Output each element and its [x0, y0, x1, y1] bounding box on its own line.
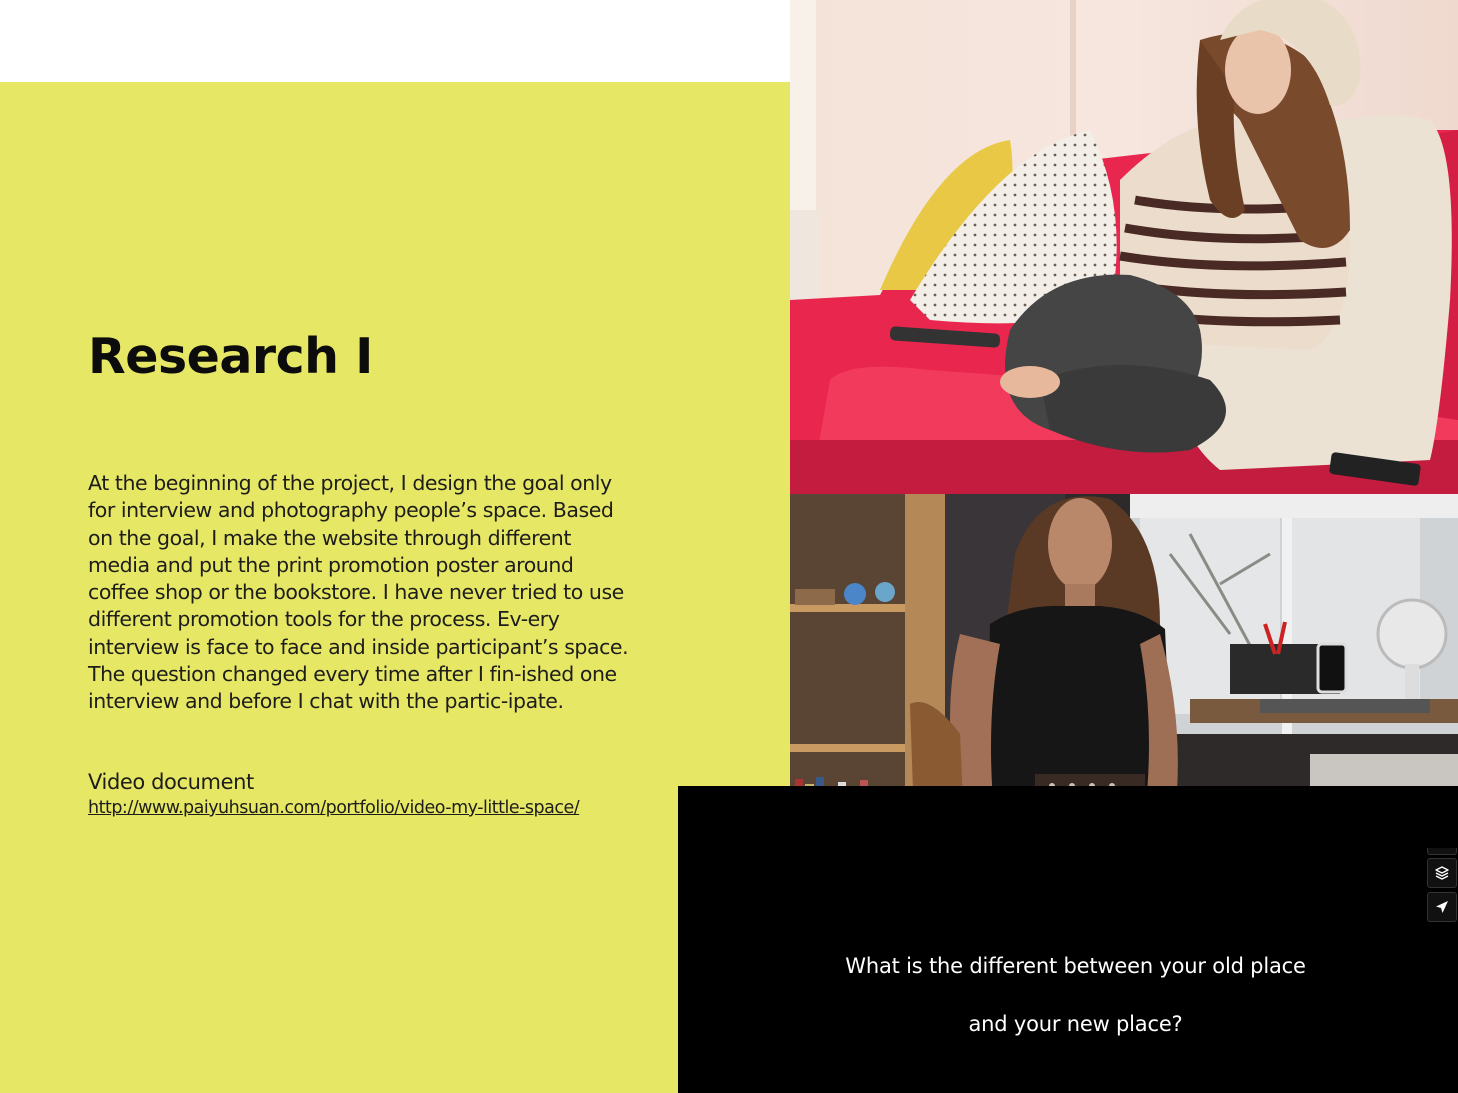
side-toolbar-stub: [1427, 848, 1457, 855]
layers-button[interactable]: [1427, 858, 1457, 888]
video-document-label: Video document: [88, 770, 254, 794]
video-subtitle-line-1: What is the different between your old p…: [845, 954, 1306, 978]
video-subtitle-panel: [678, 786, 1458, 1093]
slide-title: Research I: [88, 328, 373, 385]
send-button[interactable]: [1427, 892, 1457, 922]
photo-woman-on-sofa: [790, 0, 1458, 494]
video-subtitle-line-2: and your new place?: [968, 1012, 1183, 1036]
send-icon: [1436, 901, 1448, 913]
slide-page: Research I At the beginning of the proje…: [0, 0, 1458, 1093]
layers-icon: [1435, 866, 1449, 880]
video-document-link[interactable]: http://www.paiyuhsuan.com/portfolio/vide…: [88, 798, 580, 818]
slide-body-text: At the beginning of the project, I desig…: [88, 471, 629, 714]
